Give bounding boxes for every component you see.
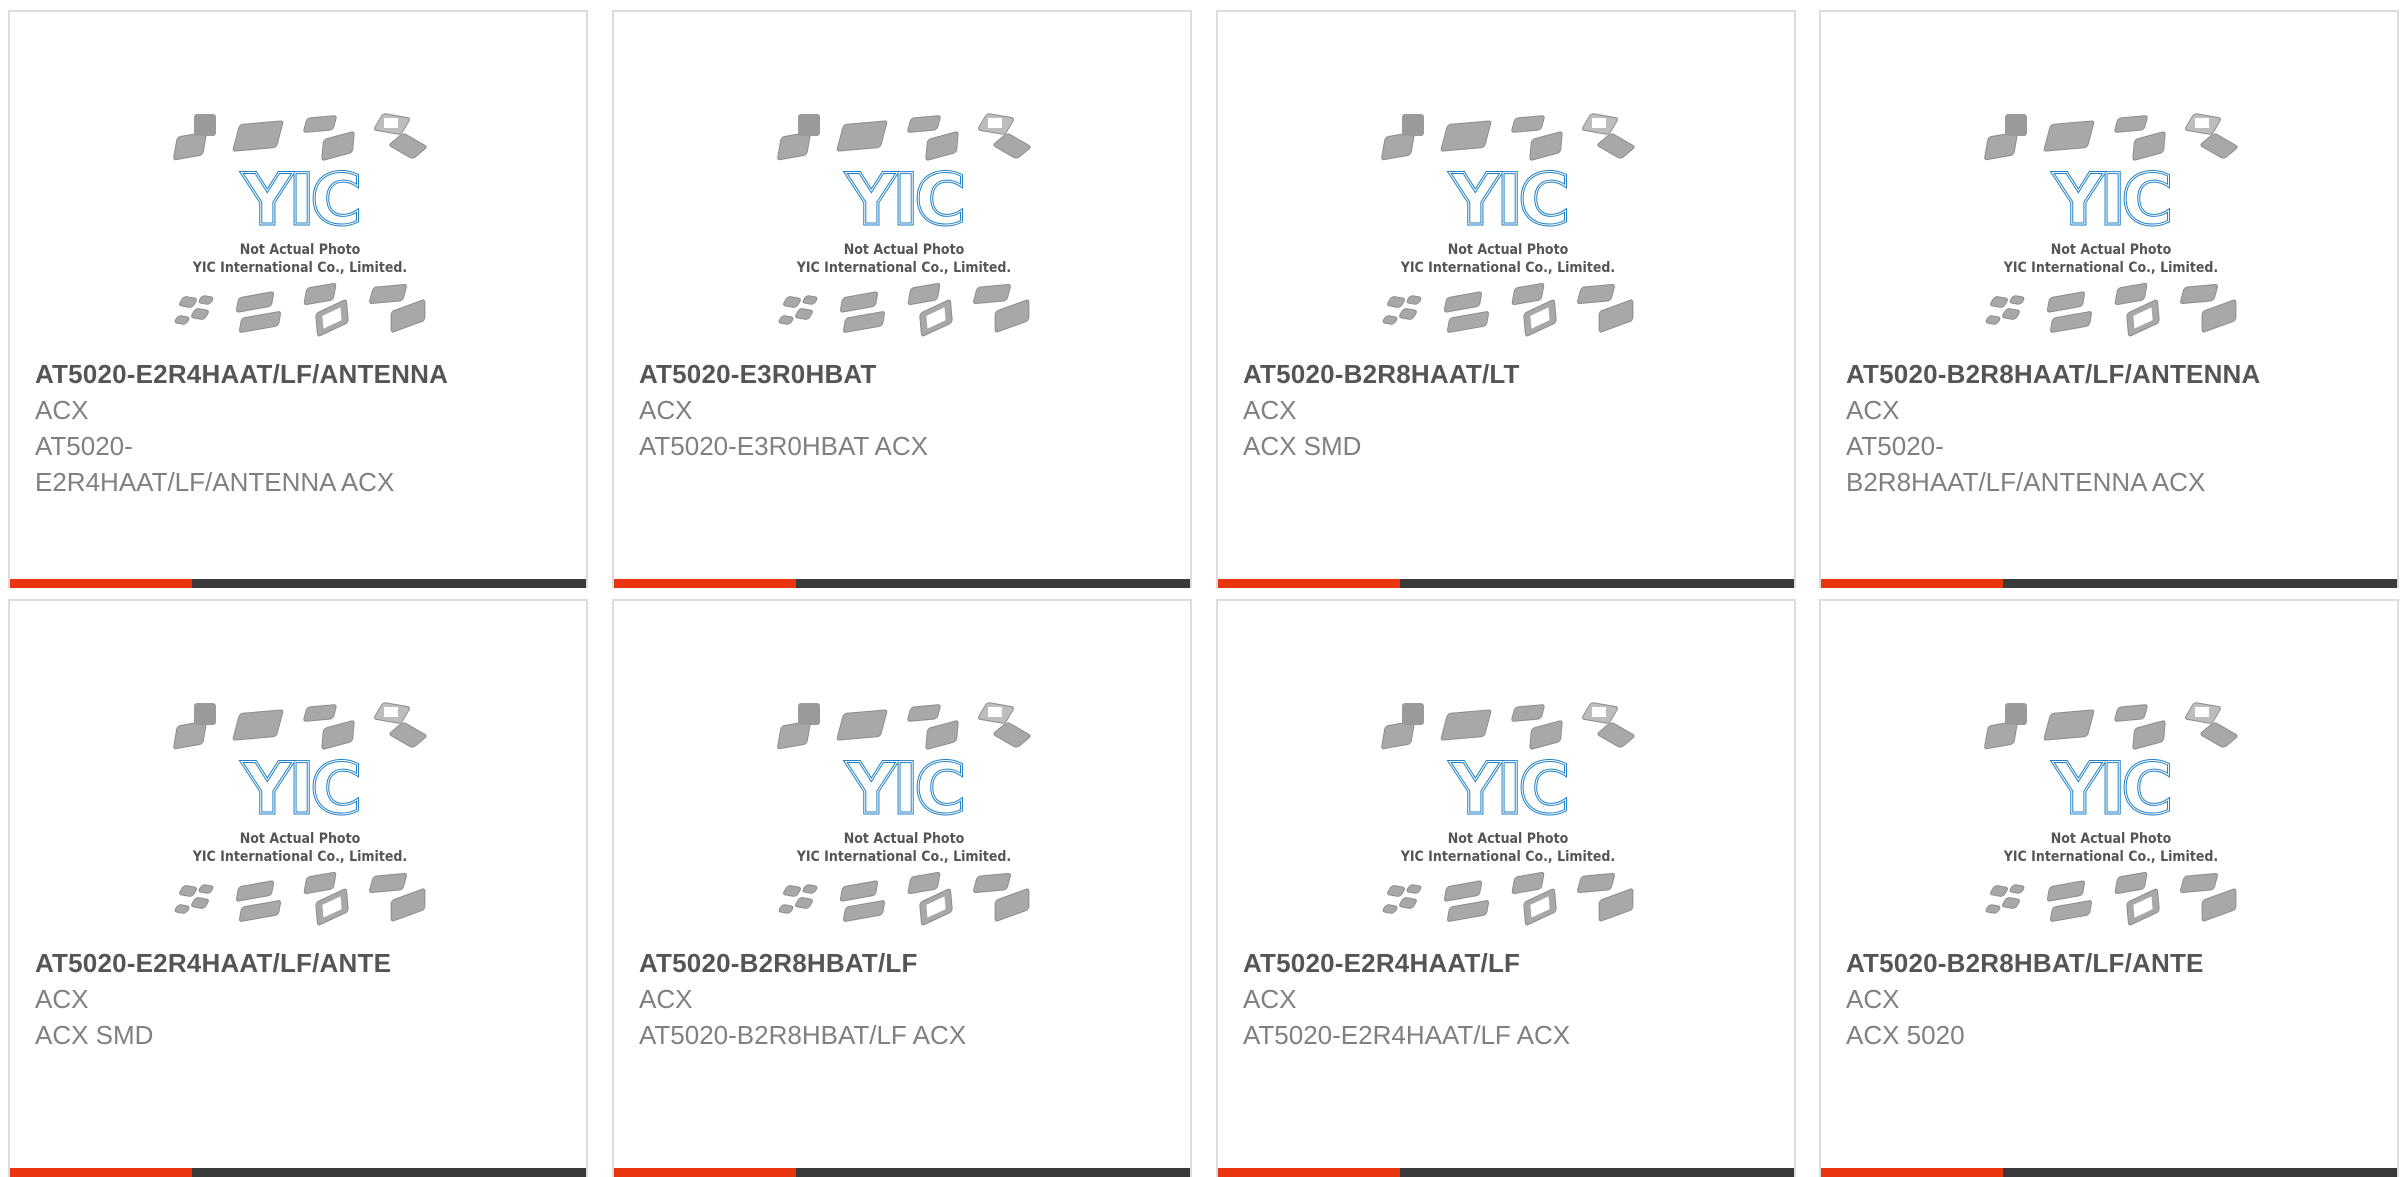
- card-bottom-bar: [614, 579, 1190, 588]
- card-bottom-bar: [1821, 1168, 2397, 1177]
- svg-text:YIC International Co., Limited: YIC International Co., Limited.: [796, 849, 1011, 865]
- card-bottom-bar: [1218, 1168, 1794, 1177]
- svg-text:Not Actual Photo: Not Actual Photo: [240, 831, 361, 847]
- card-bottom-bar: [1821, 579, 2397, 588]
- svg-text:Not Actual Photo: Not Actual Photo: [2051, 242, 2172, 258]
- manufacturer: ACX: [1846, 395, 1900, 425]
- description: ACX 5020: [1846, 1020, 1965, 1050]
- svg-text:YIC International Co., Limited: YIC International Co., Limited.: [2003, 849, 2218, 865]
- svg-text:YIC International Co., Limited: YIC International Co., Limited.: [1400, 849, 1615, 865]
- svg-text:YIC International Co., Limited: YIC International Co., Limited.: [192, 260, 407, 276]
- svg-text:Not Actual Photo: Not Actual Photo: [1448, 831, 1569, 847]
- svg-text:YIC: YIC: [241, 159, 358, 241]
- description: AT5020- B2R8HAAT/LF/ANTENNA ACX: [1846, 431, 2206, 497]
- description: ACX SMD: [1243, 431, 1362, 461]
- manufacturer: ACX: [1243, 395, 1297, 425]
- product-card[interactable]: YIC YIC Not Actual Photo YIC International …: [1819, 599, 2399, 1177]
- part-number-link[interactable]: AT5020-B2R8HAAT/LF/ANTENNA: [1846, 356, 2377, 392]
- manufacturer: ACX: [35, 395, 89, 425]
- svg-text:YIC: YIC: [241, 748, 358, 830]
- svg-text:YIC International Co., Limited: YIC International Co., Limited.: [2003, 260, 2218, 276]
- part-number-link[interactable]: AT5020-B2R8HBAT/LF: [639, 945, 1170, 981]
- svg-text:YIC: YIC: [2052, 159, 2169, 241]
- product-image-placeholder[interactable]: YIC YIC Not Actual Photo YIC International …: [160, 683, 440, 945]
- card-accent-bar: [1218, 579, 1400, 588]
- part-number-link[interactable]: AT5020-B2R8HBAT/LF/ANTE: [1846, 945, 2377, 981]
- svg-text:YIC: YIC: [845, 159, 962, 241]
- card-accent-bar: [614, 579, 796, 588]
- product-info: AT5020-B2R8HBAT/LF ACX AT5020-B2R8HBAT/L…: [639, 945, 1170, 1053]
- part-number-link[interactable]: AT5020-B2R8HAAT/LT: [1243, 356, 1774, 392]
- product-card[interactable]: YIC YIC Not Actual Photo YIC International …: [1216, 10, 1796, 588]
- manufacturer: ACX: [1243, 984, 1297, 1014]
- card-accent-bar: [1821, 579, 2003, 588]
- chip-icon: [798, 114, 820, 136]
- part-number-link[interactable]: AT5020-E3R0HBAT: [639, 356, 1170, 392]
- product-info: AT5020-B2R8HBAT/LF/ANTE ACX ACX 5020: [1846, 945, 2377, 1053]
- product-image-placeholder[interactable]: YIC YIC Not Actual Photo YIC International …: [160, 94, 440, 356]
- card-accent-bar: [10, 1168, 192, 1177]
- svg-text:YIC: YIC: [845, 748, 962, 830]
- description: ACX SMD: [35, 1020, 154, 1050]
- description: AT5020-E3R0HBAT ACX: [639, 431, 929, 461]
- svg-text:YIC International Co., Limited: YIC International Co., Limited.: [796, 260, 1011, 276]
- product-info: AT5020-B2R8HAAT/LF/ANTENNA ACX AT5020- B2…: [1846, 356, 2377, 500]
- chip-icon: [798, 703, 820, 725]
- description: AT5020-E2R4HAAT/LF ACX: [1243, 1020, 1571, 1050]
- product-card[interactable]: YIC YIC Not Actual Photo YIC International …: [8, 10, 588, 588]
- product-info: AT5020-E2R4HAAT/LF ACX AT5020-E2R4HAAT/L…: [1243, 945, 1774, 1053]
- product-info: AT5020-E2R4HAAT/LF/ANTENNA ACX AT5020- E2…: [35, 356, 566, 500]
- svg-text:Not Actual Photo: Not Actual Photo: [844, 242, 965, 258]
- card-bottom-bar: [10, 1168, 586, 1177]
- svg-text:YIC International Co., Limited: YIC International Co., Limited.: [1400, 260, 1615, 276]
- product-info: AT5020-B2R8HAAT/LT ACX ACX SMD: [1243, 356, 1774, 464]
- card-accent-bar: [1218, 1168, 1400, 1177]
- product-image-placeholder[interactable]: YIC YIC Not Actual Photo YIC International …: [1368, 94, 1648, 356]
- product-info: AT5020-E2R4HAAT/LF/ANTE ACX ACX SMD: [35, 945, 566, 1053]
- card-bottom-bar: [1218, 579, 1794, 588]
- card-bottom-bar: [614, 1168, 1190, 1177]
- svg-text:Not Actual Photo: Not Actual Photo: [1448, 242, 1569, 258]
- part-number-link[interactable]: AT5020-E2R4HAAT/LF: [1243, 945, 1774, 981]
- product-card[interactable]: YIC YIC Not Actual Photo YIC International …: [1216, 599, 1796, 1177]
- product-card[interactable]: YIC YIC Not Actual Photo YIC International …: [612, 10, 1192, 588]
- svg-text:YIC: YIC: [2052, 748, 2169, 830]
- chip-icon: [1402, 114, 1424, 136]
- card-accent-bar: [614, 1168, 796, 1177]
- svg-text:YIC: YIC: [1449, 748, 1566, 830]
- card-accent-bar: [1821, 1168, 2003, 1177]
- svg-text:Not Actual Photo: Not Actual Photo: [844, 831, 965, 847]
- svg-text:Not Actual Photo: Not Actual Photo: [240, 242, 361, 258]
- svg-text:YIC International Co., Limited: YIC International Co., Limited.: [192, 849, 407, 865]
- product-image-placeholder[interactable]: YIC YIC Not Actual Photo YIC International …: [1971, 94, 2251, 356]
- product-info: AT5020-E3R0HBAT ACX AT5020-E3R0HBAT ACX: [639, 356, 1170, 464]
- product-card[interactable]: YIC YIC Not Actual Photo YIC International …: [8, 599, 588, 1177]
- manufacturer: ACX: [35, 984, 89, 1014]
- product-image-placeholder[interactable]: YIC YIC Not Actual Photo YIC International …: [1368, 683, 1648, 945]
- card-accent-bar: [10, 579, 192, 588]
- manufacturer: ACX: [639, 984, 693, 1014]
- manufacturer: ACX: [639, 395, 693, 425]
- part-number-link[interactable]: AT5020-E2R4HAAT/LF/ANTE: [35, 945, 566, 981]
- chip-icon: [2005, 703, 2027, 725]
- product-image-placeholder[interactable]: YIC YIC Not Actual Photo YIC International …: [764, 683, 1044, 945]
- product-image-placeholder[interactable]: YIC YIC Not Actual Photo YIC International …: [764, 94, 1044, 356]
- product-card[interactable]: YIC YIC Not Actual Photo YIC International …: [612, 599, 1192, 1177]
- card-bottom-bar: [10, 579, 586, 588]
- svg-text:YIC: YIC: [1449, 159, 1566, 241]
- product-card[interactable]: YIC YIC Not Actual Photo YIC International …: [1819, 10, 2399, 588]
- product-image-placeholder[interactable]: YIC YIC Not Actual Photo YIC International …: [1971, 683, 2251, 945]
- chip-icon: [194, 114, 216, 136]
- description: AT5020-B2R8HBAT/LF ACX: [639, 1020, 967, 1050]
- chip-icon: [194, 703, 216, 725]
- chip-icon: [2005, 114, 2027, 136]
- manufacturer: ACX: [1846, 984, 1900, 1014]
- part-number-link[interactable]: AT5020-E2R4HAAT/LF/ANTENNA: [35, 356, 566, 392]
- chip-icon: [1402, 703, 1424, 725]
- svg-text:Not Actual Photo: Not Actual Photo: [2051, 831, 2172, 847]
- description: AT5020- E2R4HAAT/LF/ANTENNA ACX: [35, 431, 395, 497]
- product-grid: YIC YIC Not Actual Photo YIC International …: [0, 0, 2400, 1177]
